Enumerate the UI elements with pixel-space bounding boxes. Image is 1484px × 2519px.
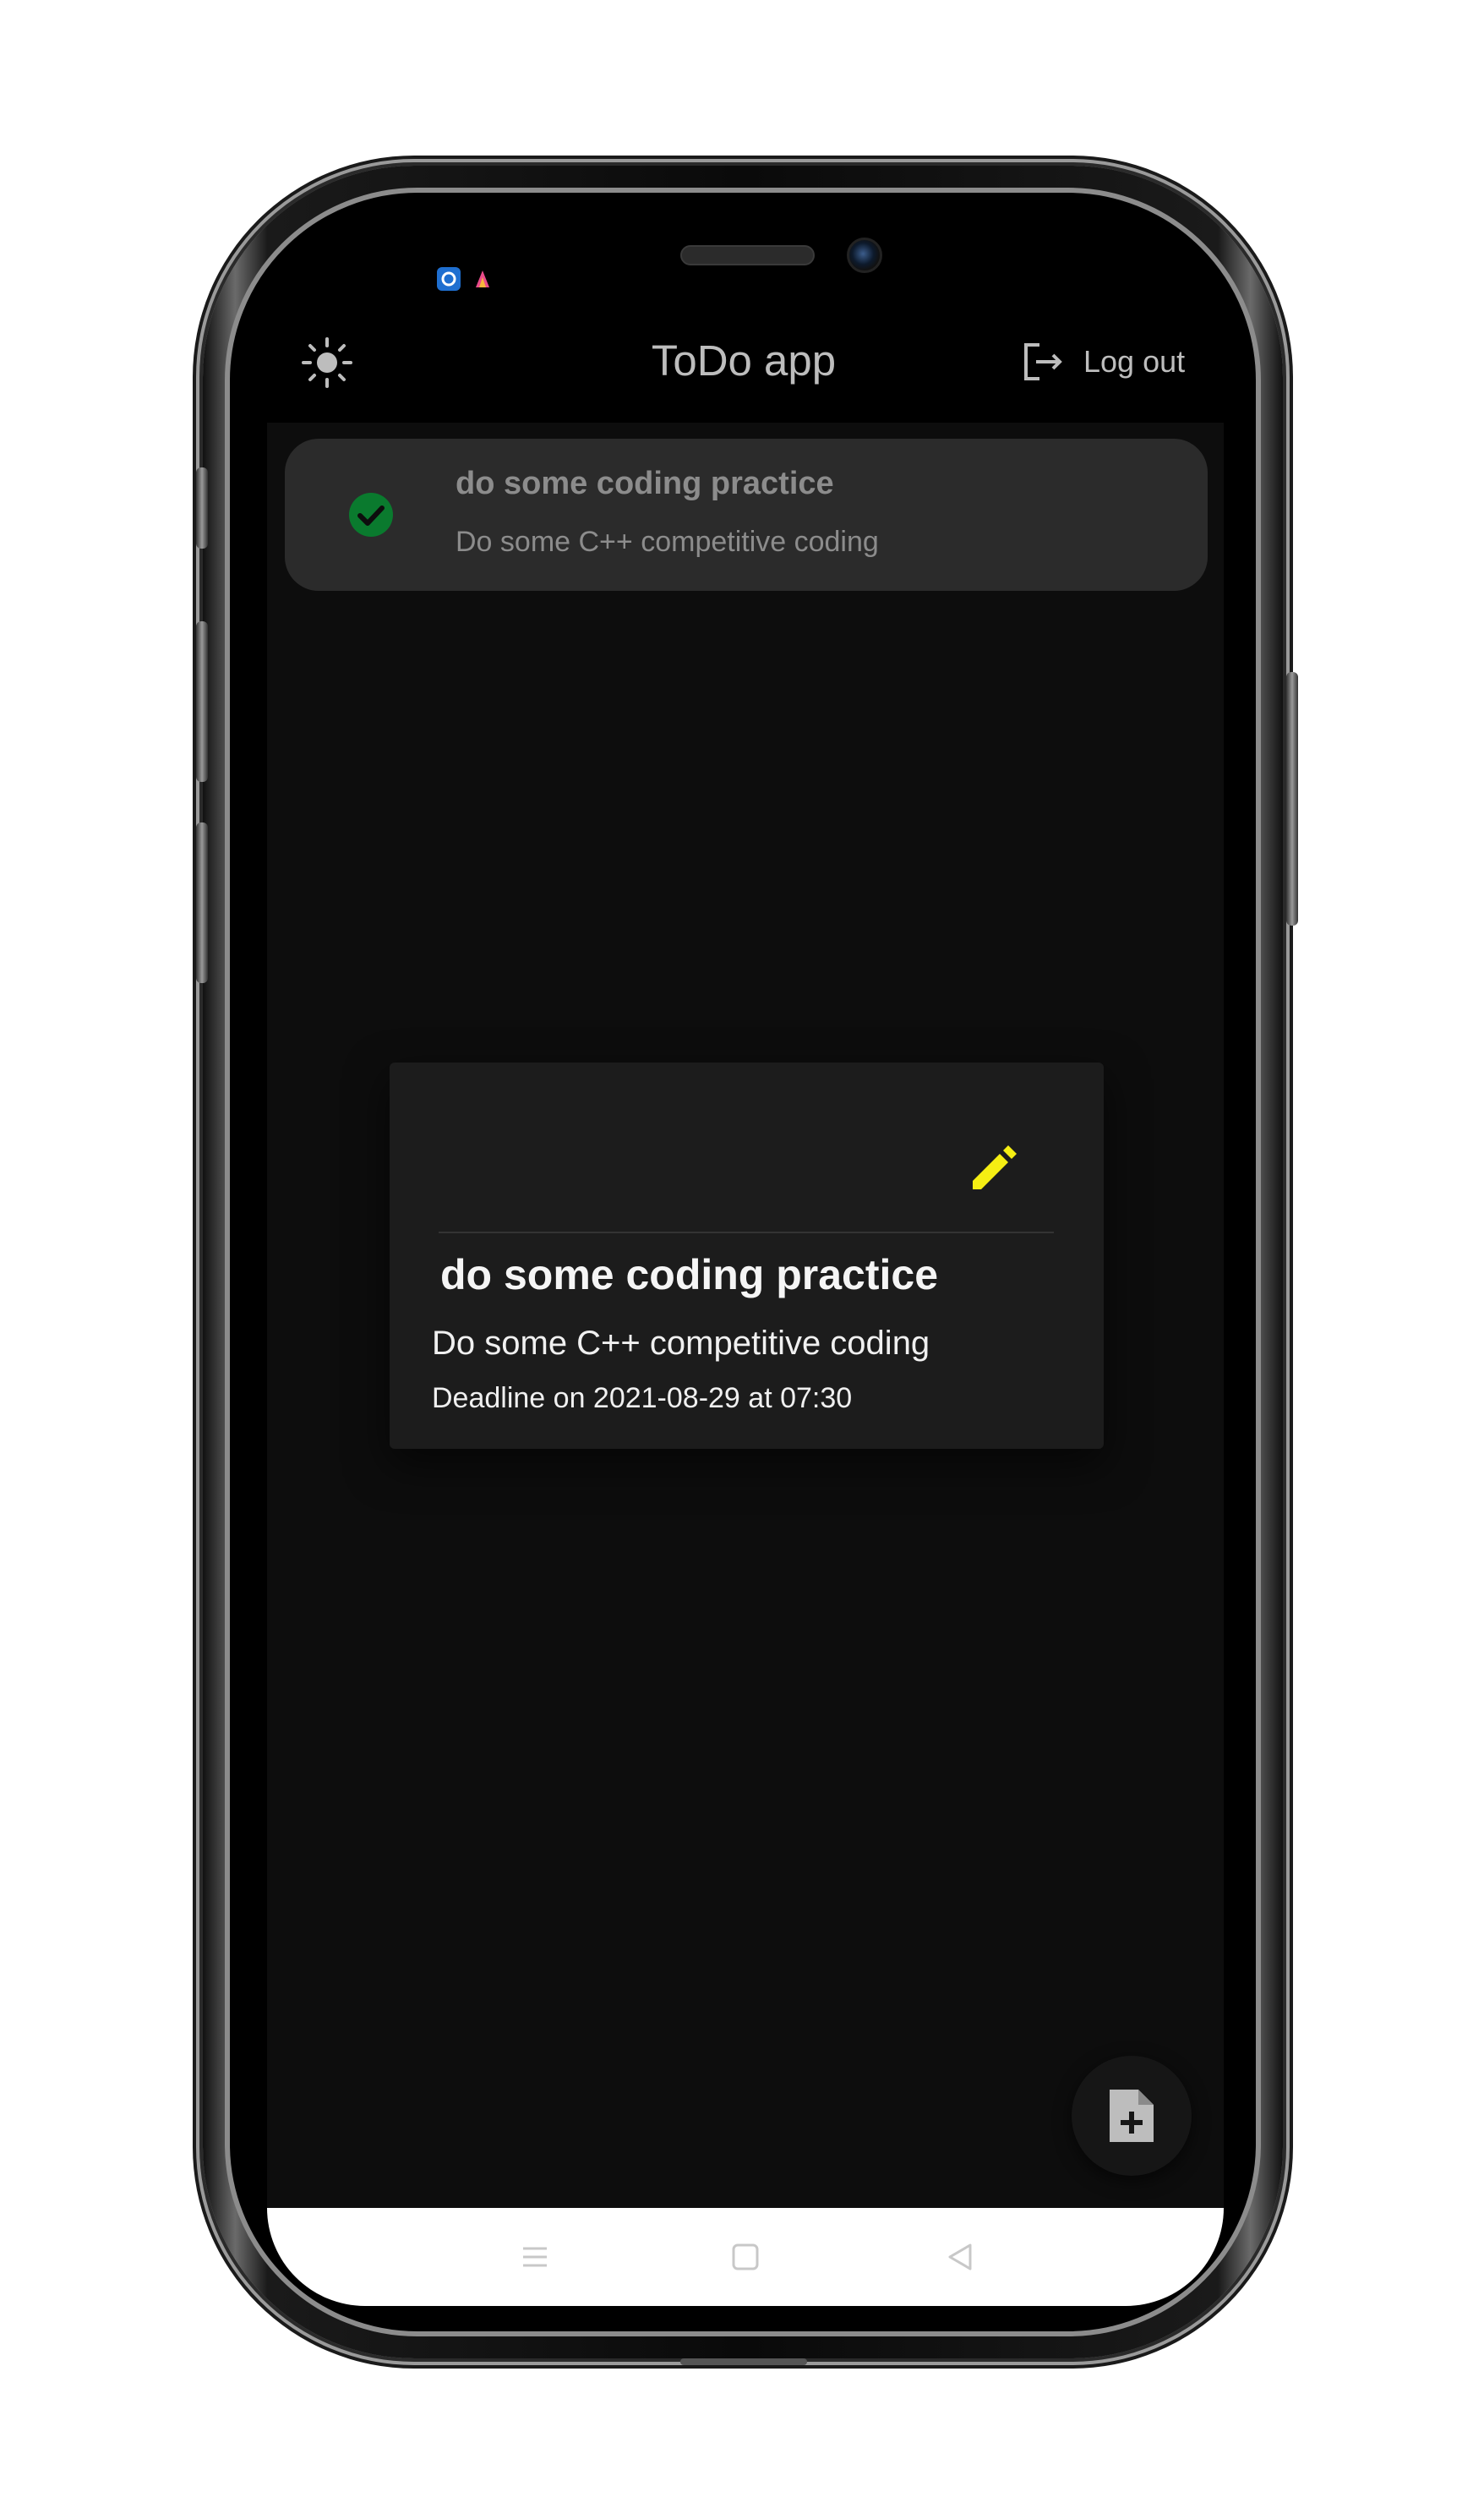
dialog-title: do some coding practice	[440, 1251, 939, 1298]
todo-item-subtitle: Do some C++ competitive coding	[456, 526, 879, 558]
todo-item-title: do some coding practice	[456, 466, 834, 501]
note-add-icon	[1110, 2090, 1154, 2142]
menu-icon[interactable]	[518, 2240, 552, 2274]
logout-button[interactable]: Log out	[1021, 336, 1185, 387]
phone-side-button-volume-up	[196, 621, 208, 782]
back-triangle-icon[interactable]	[943, 2240, 977, 2274]
phone-side-button-volume-down	[196, 822, 208, 983]
check-circle-icon[interactable]	[348, 492, 394, 538]
logout-label: Log out	[1083, 344, 1186, 379]
logout-icon	[1024, 343, 1062, 380]
phone-side-button-power	[1286, 672, 1298, 926]
phone-bottom-notch	[680, 2358, 807, 2365]
todo-detail-dialog: do some coding practice Do some C++ comp…	[390, 1063, 1104, 1449]
add-todo-button[interactable]	[1072, 2056, 1192, 2176]
front-camera	[847, 238, 882, 273]
dialog-divider	[439, 1232, 1054, 1233]
phone-side-button-mute	[196, 467, 208, 549]
dialog-description: Do some C++ competitive coding	[432, 1325, 930, 1362]
system-nav-bar	[267, 2208, 1224, 2306]
dialog-deadline: Deadline on 2021-08-29 at 07:30	[432, 1382, 853, 1414]
todo-list-item[interactable]: do some coding practice Do some C++ comp…	[285, 439, 1208, 591]
page-title: ToDo app	[651, 336, 837, 385]
home-square-icon[interactable]	[728, 2240, 762, 2274]
earpiece-speaker	[680, 245, 815, 265]
pencil-icon[interactable]	[964, 1137, 1023, 1196]
status-app-icon-colorful	[471, 267, 494, 291]
status-app-icon-blue	[437, 267, 461, 291]
sun-icon[interactable]	[300, 336, 354, 390]
